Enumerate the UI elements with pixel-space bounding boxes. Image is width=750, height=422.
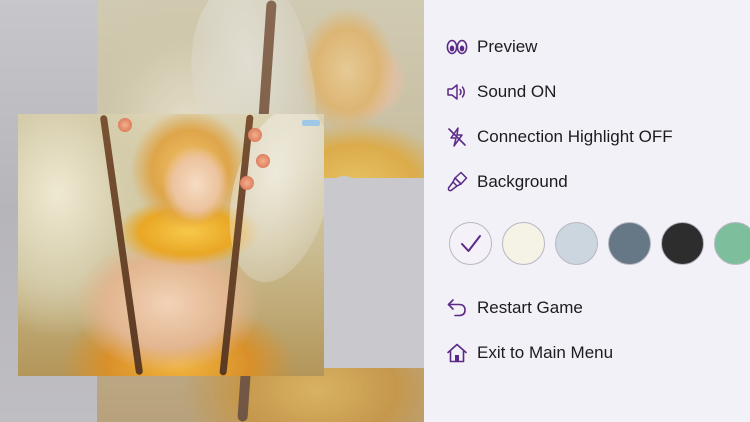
exit-main-menu-label: Exit to Main Menu (477, 343, 614, 362)
background-swatch[interactable] (661, 222, 704, 265)
preview-label: Preview (477, 37, 538, 56)
puzzle-board[interactable] (0, 0, 424, 422)
background-swatch[interactable] (502, 222, 545, 265)
rose-image (256, 154, 270, 168)
preview-button[interactable]: Preview (446, 32, 537, 62)
background-swatch[interactable] (608, 222, 651, 265)
connection-highlight-toggle[interactable]: Connection Highlight OFF (446, 122, 673, 152)
paint-brush-icon (446, 171, 468, 193)
game-menu: Preview Sound ON Connection Highlight OF… (424, 0, 750, 422)
sound-toggle[interactable]: Sound ON (446, 77, 556, 107)
checkmark-icon (460, 234, 481, 252)
empty-piece-slot-knob (328, 176, 360, 208)
back-arrow-icon (446, 297, 468, 319)
vine-image (99, 114, 144, 376)
home-icon (446, 342, 468, 364)
rose-image (118, 118, 132, 132)
restart-game-label: Restart Game (477, 298, 583, 317)
empty-piece-slot-knob (328, 308, 360, 340)
restart-game-button[interactable]: Restart Game (446, 293, 583, 323)
background-swatch[interactable] (714, 222, 750, 265)
background-label: Background (477, 172, 568, 191)
rose-image (240, 176, 254, 190)
sound-label: Sound ON (477, 82, 557, 101)
lightning-off-icon (446, 126, 468, 148)
connection-highlight-label: Connection Highlight OFF (477, 127, 673, 146)
eyes-icon (446, 36, 468, 58)
rose-image (248, 128, 262, 142)
background-swatch[interactable] (449, 222, 492, 265)
fairy-wing-image (212, 114, 324, 293)
puzzle-piece[interactable] (18, 114, 324, 376)
speaker-icon (446, 81, 468, 103)
exit-main-menu-button[interactable]: Exit to Main Menu (446, 338, 613, 368)
piece-marker (302, 120, 320, 126)
background-button[interactable]: Background (446, 167, 568, 197)
background-swatch[interactable] (555, 222, 598, 265)
